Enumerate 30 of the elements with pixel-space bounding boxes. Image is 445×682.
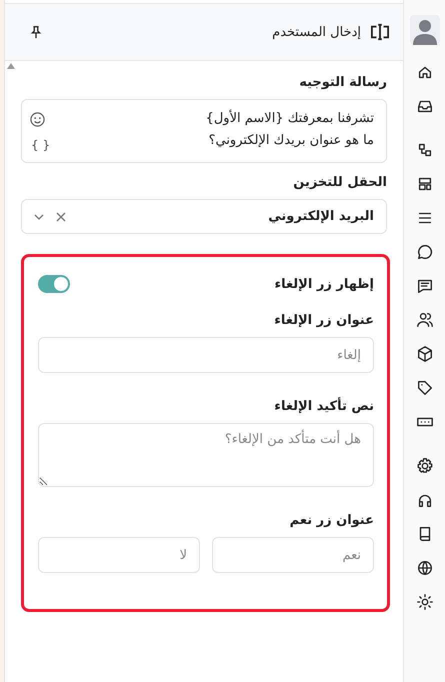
avatar-icon[interactable] <box>410 15 440 45</box>
settings-icon[interactable] <box>416 457 434 475</box>
panel-title: إدخال المستخدم <box>272 24 361 40</box>
clear-icon[interactable] <box>56 212 66 222</box>
pin-icon[interactable] <box>29 25 43 39</box>
storage-select[interactable]: البريد الإلكتروني <box>21 199 387 234</box>
field-label: رسالة التوجيه <box>298 75 387 90</box>
tag-icon[interactable] <box>416 379 434 397</box>
field-label: عنوان زر نعم <box>288 513 374 528</box>
toggle-switch[interactable] <box>38 275 70 293</box>
field-label: نص تأكيد الإلغاء <box>273 399 374 414</box>
cube-icon[interactable] <box>416 345 434 363</box>
field-label: عنوان زر الإلغاء <box>273 313 374 328</box>
text-area[interactable]: هل أنت متأكد من الإلغاء؟ <box>38 423 374 487</box>
variable-button[interactable]: { } <box>31 134 50 156</box>
chat-bubble-icon[interactable] <box>416 243 434 261</box>
users-icon[interactable] <box>416 311 434 329</box>
field-label: الحقل للتخزين <box>292 175 387 190</box>
sun-icon[interactable] <box>416 593 434 611</box>
globe-icon[interactable] <box>416 559 434 577</box>
input-field[interactable]: لا <box>38 537 200 573</box>
message-field[interactable]: تشرفنا بمعرفتك {الاسم الأول} ما هو عنوان بريدك الإلكتروني؟ { } <box>21 99 387 163</box>
message-icon[interactable] <box>416 277 434 295</box>
input-field[interactable]: إلغاء <box>38 337 374 373</box>
input-field[interactable]: نعم <box>212 537 374 573</box>
scroll-up-icon[interactable] <box>7 63 15 69</box>
chevron-down-icon[interactable] <box>34 214 44 220</box>
input-cursor-icon <box>369 23 391 41</box>
toggle-label: إظهار زر الإلغاء <box>274 276 374 292</box>
emoji-icon[interactable] <box>30 112 45 127</box>
